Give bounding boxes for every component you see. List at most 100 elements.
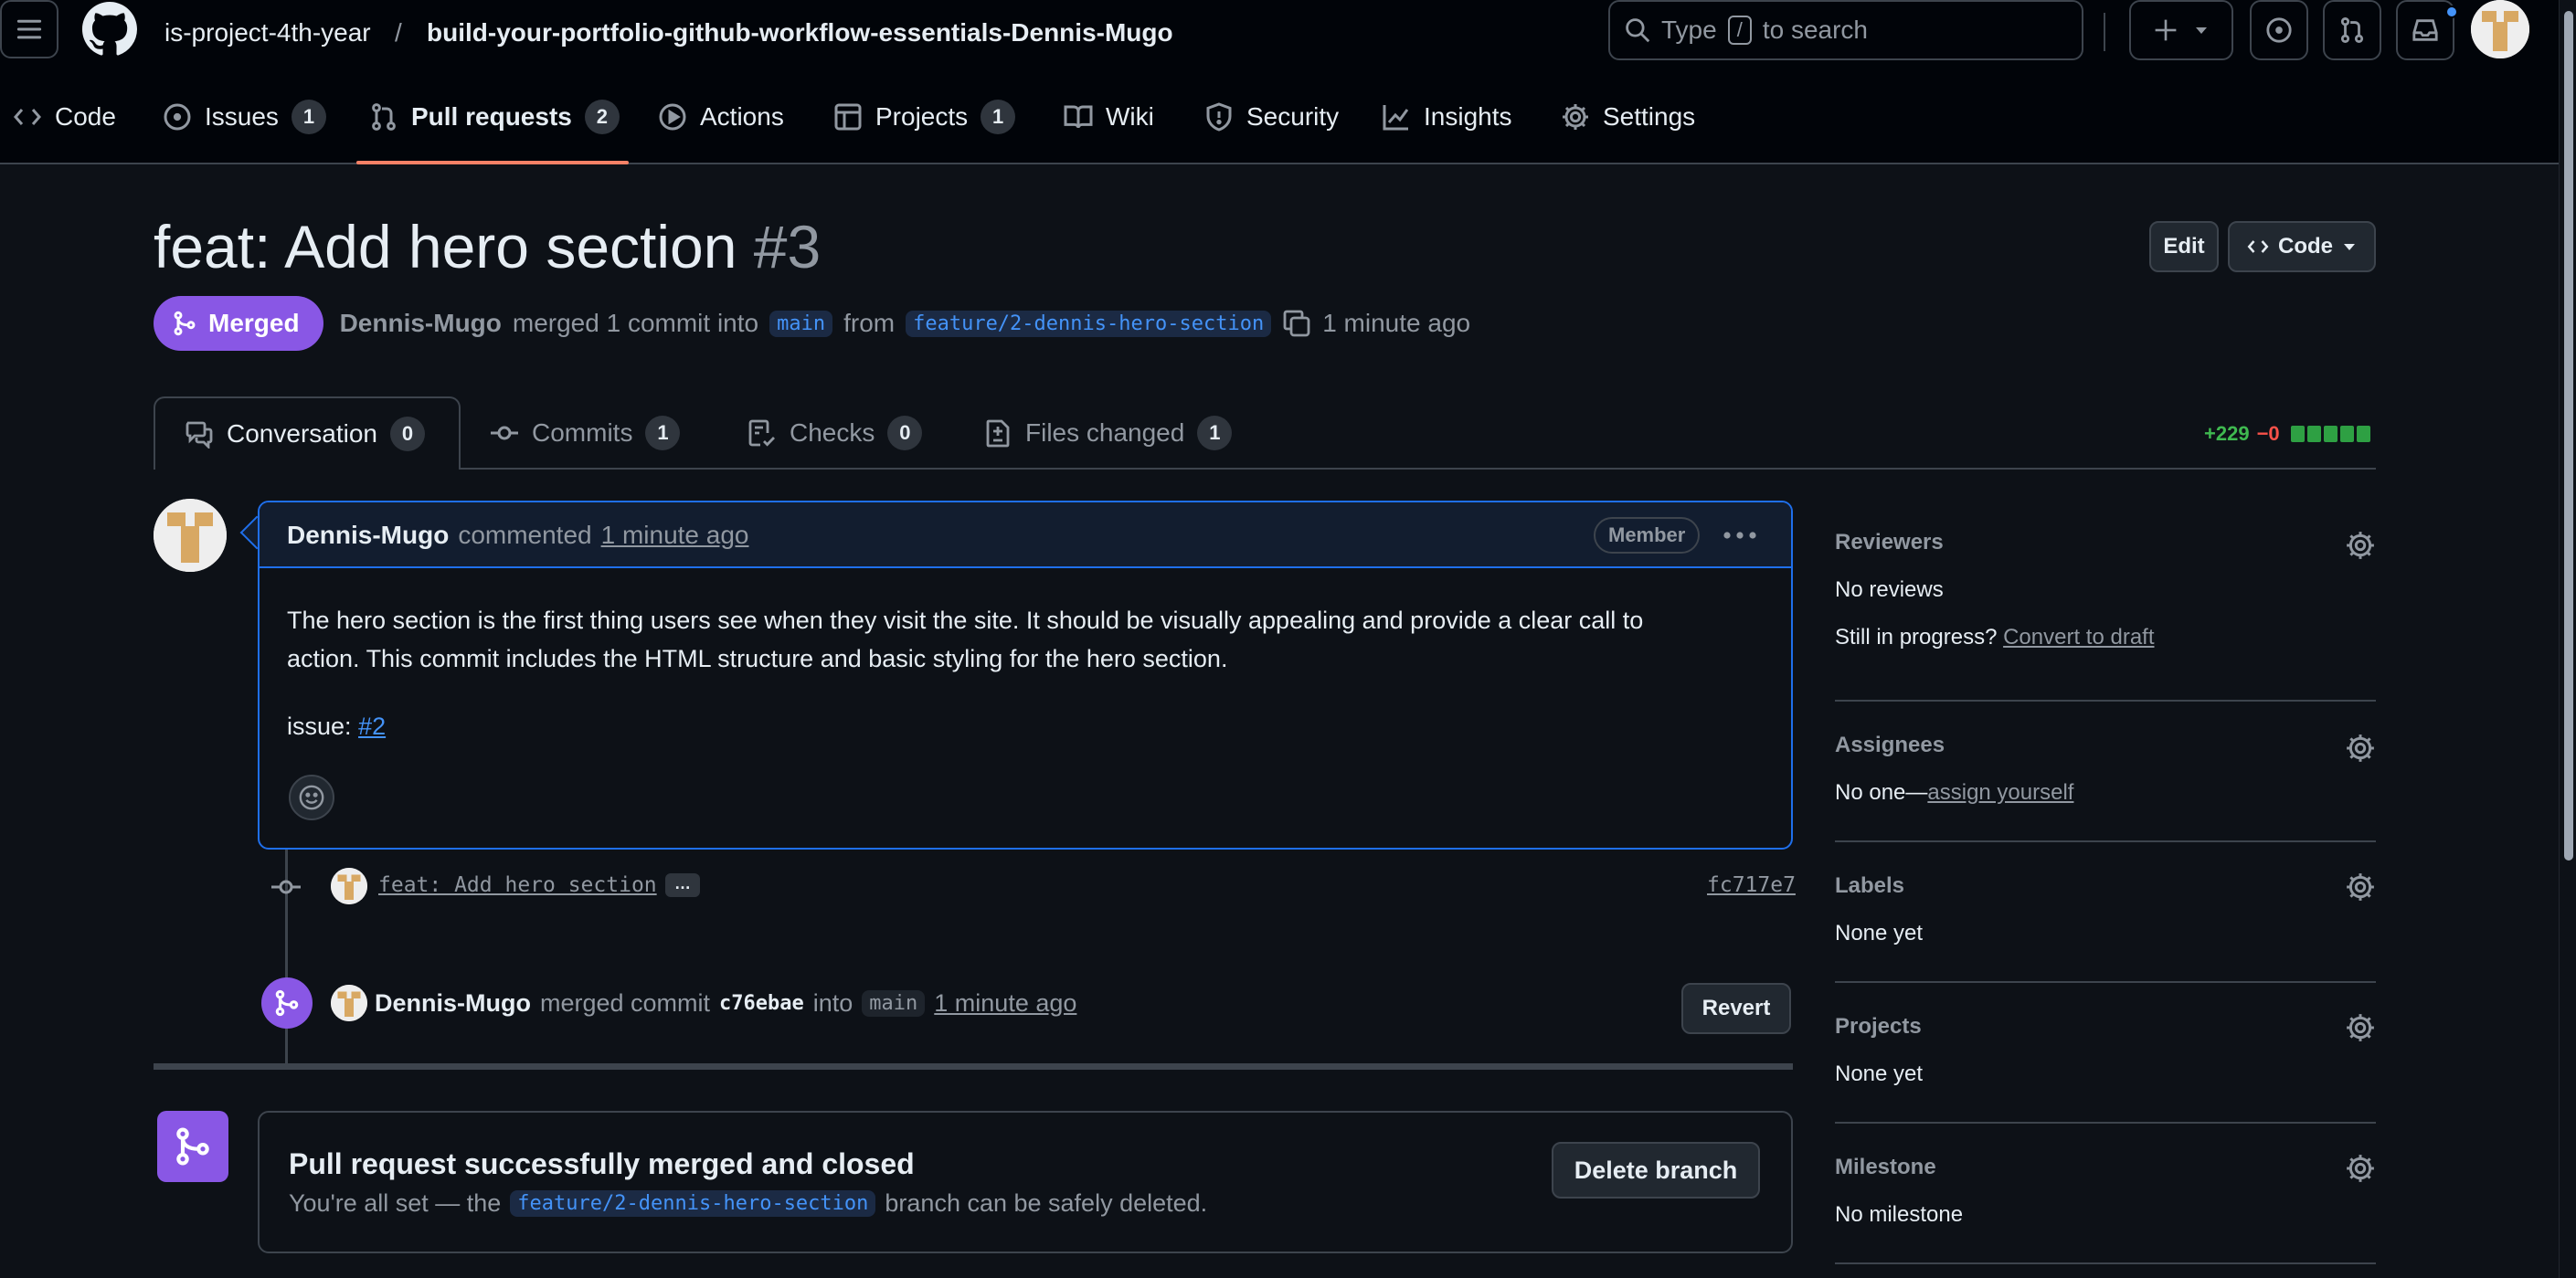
git-merge-icon: [173, 1126, 213, 1167]
code-dropdown-button[interactable]: Code: [2228, 221, 2376, 272]
plus-icon: [2154, 18, 2178, 42]
revert-button[interactable]: Revert: [1681, 983, 1791, 1034]
head-branch[interactable]: feature/2-dennis-hero-section: [906, 310, 1272, 337]
commit-author-avatar[interactable]: [331, 868, 367, 904]
merged-status-text: You're all set — the feature/2-dennis-he…: [289, 1189, 1207, 1218]
convert-to-draft-link[interactable]: Convert to draft: [2003, 625, 2154, 650]
nav-settings[interactable]: Settings: [1561, 69, 1695, 164]
repo-owner-link[interactable]: is-project-4th-year: [164, 18, 371, 48]
issues-button[interactable]: [2250, 0, 2308, 60]
sidebar-assignees-prefix: No one—: [1835, 780, 1928, 805]
delete-branch-button[interactable]: Delete branch: [1552, 1142, 1760, 1199]
merge-author-avatar[interactable]: [331, 985, 367, 1021]
timeline-end-divider: [154, 1063, 1793, 1070]
active-tab-underline: [356, 161, 629, 164]
shield-icon: [1204, 102, 1234, 132]
diffstat[interactable]: +229 −0: [2204, 420, 2370, 448]
issue-opened-icon: [163, 102, 192, 132]
global-header: is-project-4th-year / build-your-portfol…: [0, 0, 2559, 69]
nav-projects[interactable]: Projects 1: [833, 69, 1016, 164]
copy-branch-icon[interactable]: [1282, 309, 1311, 338]
pr-number: #3: [753, 213, 822, 280]
kebab-horizontal-icon[interactable]: [1722, 523, 1758, 548]
nav-wiki[interactable]: Wiki: [1064, 69, 1154, 164]
tabs-border: [154, 468, 2376, 470]
page-scrollbar-thumb[interactable]: [2564, 11, 2573, 861]
create-new-button[interactable]: [2129, 0, 2233, 60]
projects-gear-icon[interactable]: [2345, 1012, 2376, 1043]
tab-checks[interactable]: Checks 0: [747, 396, 923, 470]
nav-insights[interactable]: Insights: [1382, 69, 1512, 164]
sidebar-assignees-title[interactable]: Assignees: [1835, 733, 2376, 758]
sidebar-divider: [1835, 1122, 2376, 1124]
menu-button[interactable]: [0, 0, 58, 58]
base-branch[interactable]: main: [769, 310, 833, 337]
sidebar-milestone-title[interactable]: Milestone: [1835, 1155, 2376, 1180]
assign-yourself-link[interactable]: assign yourself: [1927, 780, 2073, 805]
diffstat-additions: +229: [2204, 422, 2250, 445]
comment-time-link[interactable]: 1 minute ago: [601, 521, 749, 550]
add-reaction-button[interactable]: [289, 775, 334, 820]
nav-security[interactable]: Security: [1204, 69, 1339, 164]
labels-gear-icon[interactable]: [2345, 871, 2376, 903]
nav-issues[interactable]: Issues 1: [163, 69, 326, 164]
sidebar-draft-prefix: Still in progress?: [1835, 625, 1998, 650]
diffstat-deletions: −0: [2256, 422, 2280, 445]
comment-action: commented: [458, 521, 592, 549]
assignees-gear-icon[interactable]: [2345, 733, 2376, 764]
github-logo-icon[interactable]: [82, 2, 137, 57]
hamburger-icon: [16, 16, 43, 43]
milestone-gear-icon[interactable]: [2345, 1153, 2376, 1184]
pr-title-row: feat: Add hero section #3: [154, 208, 821, 285]
comment-discussion-icon: [185, 419, 214, 449]
tab-commits[interactable]: Commits 1: [490, 396, 681, 470]
nav-code-label: Code: [55, 102, 116, 131]
nav-actions[interactable]: Actions: [658, 69, 784, 164]
edit-title-button[interactable]: Edit: [2149, 221, 2219, 272]
comment-header: Dennis-Mugo commented 1 minute ago Membe…: [260, 502, 1791, 568]
merge-author-link[interactable]: Dennis-Mugo: [375, 989, 531, 1018]
tab-conversation[interactable]: Conversation 0: [154, 396, 461, 470]
expand-commit-button[interactable]: …: [665, 873, 700, 897]
comment-author-avatar[interactable]: [154, 499, 227, 572]
reviewers-gear-icon[interactable]: [2345, 530, 2376, 561]
git-merge-icon: [273, 989, 301, 1017]
merge-branch[interactable]: main: [862, 989, 926, 1017]
merge-into-text: into: [812, 988, 853, 1017]
git-merge-icon: [172, 311, 197, 336]
comment-author-link[interactable]: Dennis-Mugo: [287, 521, 449, 550]
nav-pull-requests[interactable]: Pull requests 2: [369, 69, 620, 164]
merge-sha-link[interactable]: c76ebae: [719, 992, 804, 1015]
comment-issue-link[interactable]: #2: [358, 713, 386, 740]
merged-branch-name[interactable]: feature/2-dennis-hero-section: [510, 1190, 876, 1217]
tab-files-changed-label: Files changed: [1025, 418, 1185, 447]
tab-files-changed[interactable]: Files changed 1: [983, 396, 1233, 470]
user-avatar[interactable]: [2471, 0, 2529, 58]
repo-navigation: Code Issues 1 Pull requests 2 Actions Pr…: [0, 69, 2559, 164]
file-diff-icon: [983, 418, 1012, 448]
graph-icon: [1382, 102, 1411, 132]
search-suffix: to search: [1762, 16, 1868, 44]
play-icon: [658, 102, 687, 132]
repo-name-link[interactable]: build-your-portfolio-github-workflow-ess…: [427, 18, 1173, 48]
gear-icon: [1561, 102, 1590, 132]
code-dropdown-label: Code: [2278, 234, 2333, 259]
sidebar-labels-title[interactable]: Labels: [1835, 873, 2376, 899]
pr-author-link[interactable]: Dennis-Mugo: [340, 309, 502, 338]
comment-issue-ref: issue: #2: [287, 707, 1767, 745]
nav-security-label: Security: [1246, 102, 1340, 131]
pr-title: feat: Add hero section: [154, 213, 737, 280]
sidebar-projects-title[interactable]: Projects: [1835, 1014, 2376, 1040]
search-input[interactable]: Type / to search: [1608, 0, 2083, 60]
sidebar-reviewers-title[interactable]: Reviewers: [1835, 530, 2376, 555]
commit-message-link[interactable]: feat: Add hero section: [378, 873, 657, 897]
commit-sha-link[interactable]: fc717e7: [1707, 873, 1796, 897]
triangle-down-icon: [2342, 239, 2357, 254]
pull-requests-button[interactable]: [2323, 0, 2381, 60]
comment-body: The hero section is the first thing user…: [287, 601, 1767, 745]
tab-conversation-label: Conversation: [227, 419, 377, 448]
book-icon: [1064, 102, 1093, 132]
nav-code[interactable]: Code: [13, 69, 116, 164]
merged-status-icon-box: [157, 1111, 228, 1182]
merge-time-link[interactable]: 1 minute ago: [934, 989, 1076, 1018]
